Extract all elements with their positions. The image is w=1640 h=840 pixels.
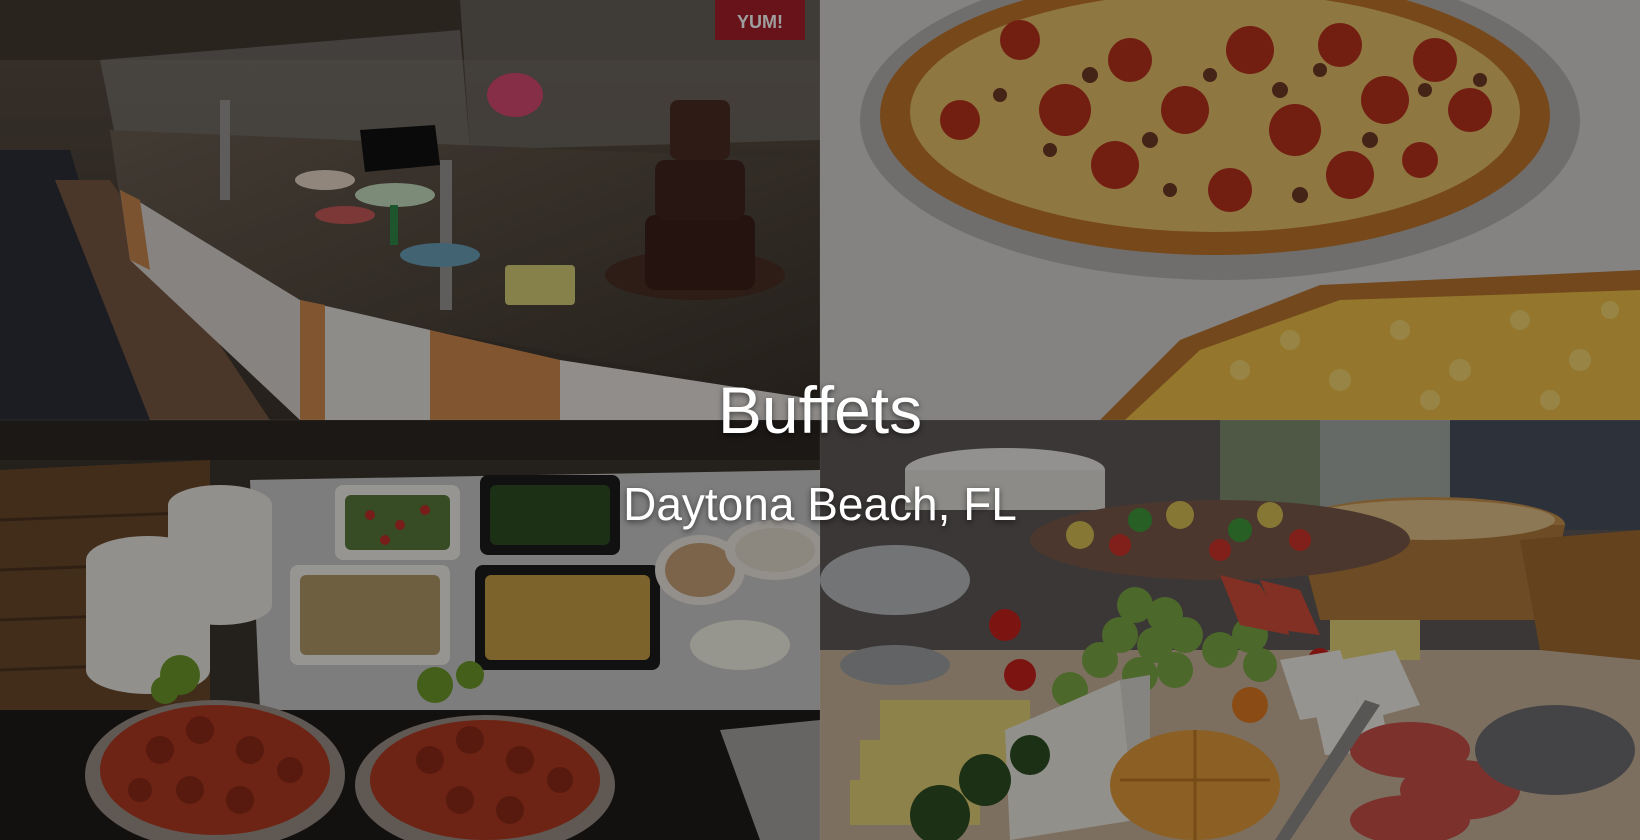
- hero-banner: YUM! Buffets Daytona Beach, FL: [0, 0, 1640, 840]
- location-subtitle: Daytona Beach, FL: [623, 478, 1017, 530]
- page-title: Buffets: [717, 373, 923, 447]
